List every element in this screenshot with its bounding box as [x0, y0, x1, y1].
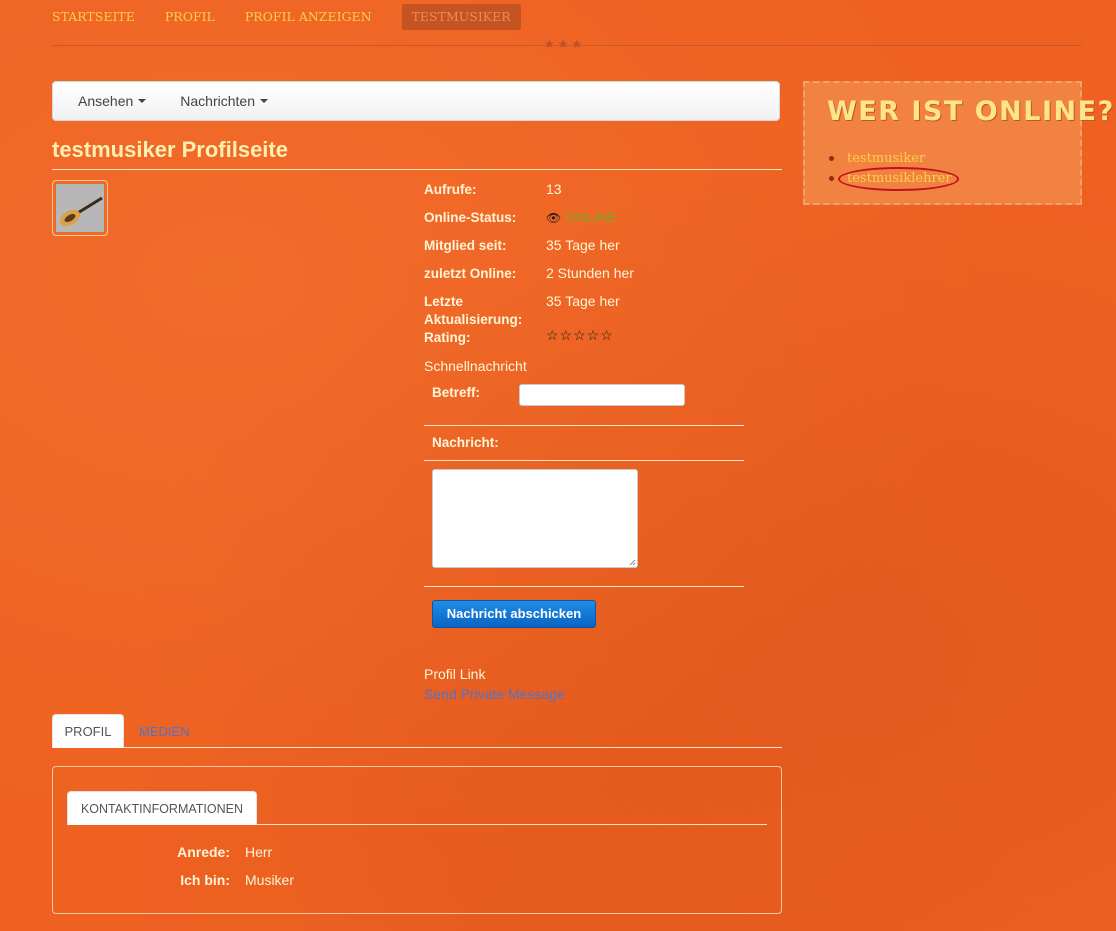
online-status-label: Online-Status:	[424, 210, 517, 225]
role-value: Musiker	[245, 872, 295, 888]
view-dropdown[interactable]: Ansehen	[78, 93, 147, 109]
send-private-message-link[interactable]: Send Private Message	[424, 686, 565, 702]
bass-guitar-icon	[56, 184, 104, 232]
stars-ornament-icon: ★★★	[544, 37, 586, 51]
highlight-circle	[838, 167, 959, 191]
send-message-button[interactable]: Nachricht abschicken	[432, 600, 596, 628]
form-divider	[424, 460, 744, 461]
form-divider	[424, 425, 744, 426]
rating-stars[interactable]: ☆☆☆☆☆	[546, 327, 614, 344]
last-update-value: 35 Tage her	[546, 293, 620, 309]
guitar-avatar-image	[56, 184, 104, 232]
view-dropdown-label: Ansehen	[78, 93, 134, 109]
online-user-item[interactable]: testmusiker	[829, 149, 952, 169]
role-label: Ich bin:	[180, 872, 230, 888]
top-navigation: STARTSEITE PROFIL PROFIL ANZEIGEN TESTMU…	[52, 4, 521, 30]
messages-dropdown[interactable]: Nachrichten	[180, 93, 268, 109]
avatar[interactable]	[52, 180, 108, 236]
views-label: Aufrufe:	[424, 182, 477, 197]
message-textarea[interactable]	[432, 469, 638, 568]
subtab-divider	[257, 824, 767, 825]
nav-profil-anzeigen[interactable]: PROFIL ANZEIGEN	[245, 4, 372, 30]
last-update-label: Letzte Aktualisierung:	[424, 294, 523, 327]
online-status: 👁 ONLINE	[546, 209, 617, 225]
last-online-value: 2 Stunden her	[546, 265, 634, 281]
salutation-label: Anrede:	[177, 844, 230, 860]
tabs-divider	[124, 747, 782, 748]
contact-panel	[52, 766, 782, 914]
rating-label: Rating:	[424, 330, 471, 345]
views-value: 13	[546, 181, 562, 197]
caret-down-icon	[259, 99, 268, 103]
caret-down-icon	[138, 99, 147, 103]
page-title: testmusiker Profilseite	[52, 137, 288, 162]
subject-label: Betreff:	[432, 385, 481, 400]
member-since-label: Mitglied seit:	[424, 238, 507, 253]
resize-handle-icon[interactable]	[629, 559, 636, 566]
subject-input[interactable]	[519, 384, 685, 406]
salutation-value: Herr	[245, 844, 273, 860]
nav-testmusiker[interactable]: TESTMUSIKER	[401, 4, 521, 30]
tab-kontaktinformationen[interactable]: KONTAKTINFORMATIONEN	[67, 791, 257, 825]
profile-link[interactable]: Profil Link	[424, 666, 485, 682]
profile-subnav: Ansehen Nachrichten	[52, 81, 780, 121]
form-divider	[424, 586, 744, 587]
title-divider	[52, 169, 782, 170]
messages-dropdown-label: Nachrichten	[180, 93, 255, 109]
online-status-value: ONLINE	[565, 209, 618, 225]
tab-medien[interactable]: MEDIEN	[139, 724, 190, 739]
last-online-label: zuletzt Online:	[424, 266, 517, 281]
eye-icon: 👁	[546, 211, 562, 225]
who-is-online-title: WER IST ONLINE?	[827, 96, 1115, 127]
member-since-value: 35 Tage her	[546, 237, 620, 253]
tab-profil[interactable]: PROFIL	[52, 714, 124, 748]
message-label: Nachricht:	[432, 435, 499, 450]
quick-message-heading: Schnellnachricht	[424, 358, 527, 374]
nav-startseite[interactable]: STARTSEITE	[52, 4, 135, 30]
nav-profil[interactable]: PROFIL	[165, 4, 215, 30]
